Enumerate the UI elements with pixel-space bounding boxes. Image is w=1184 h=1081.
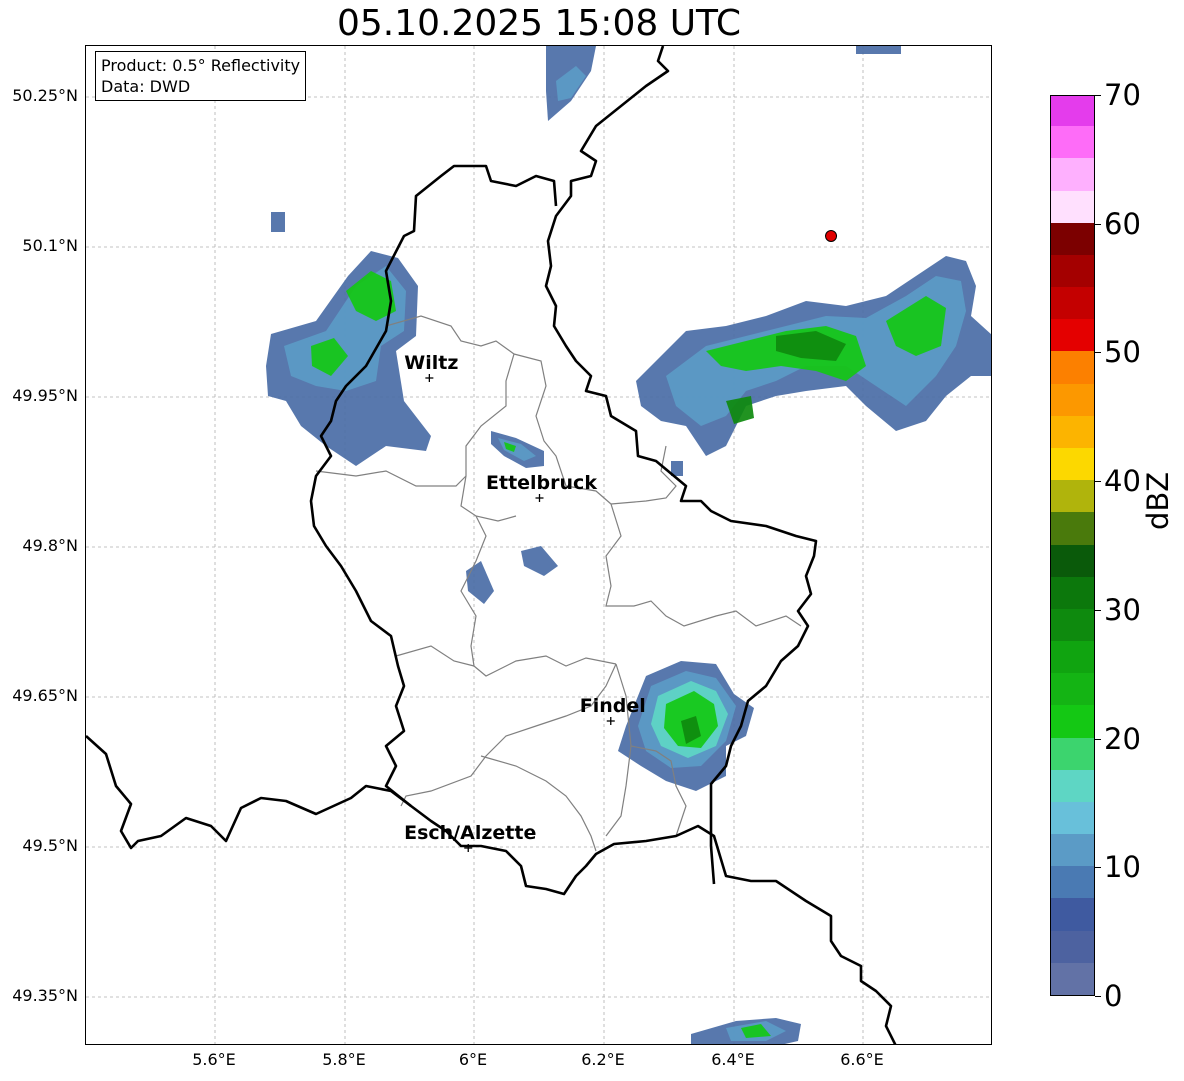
colorbar-tick-label: 20 xyxy=(1104,721,1141,756)
echo-cell-south xyxy=(691,1018,801,1044)
city-label: Findel xyxy=(580,695,646,717)
lat-label: 50.25°N xyxy=(12,86,78,105)
colorbar-segment xyxy=(1051,125,1094,159)
colorbar-segment xyxy=(1051,640,1094,674)
colorbar-segment xyxy=(1051,704,1094,738)
city-label: Ettelbruck xyxy=(486,472,597,494)
lat-label: 49.5°N xyxy=(22,836,78,855)
lat-label: 49.35°N xyxy=(12,986,78,1005)
colorbar-segment xyxy=(1051,736,1094,770)
city-esch-alzette: Esch/Alzette xyxy=(404,822,536,852)
lat-label: 49.65°N xyxy=(12,686,78,705)
colorbar-segment xyxy=(1051,833,1094,867)
colorbar-segment xyxy=(1051,608,1094,642)
colorbar-segment xyxy=(1051,930,1094,963)
colorbar-tick xyxy=(1095,481,1101,483)
colorbar xyxy=(1050,95,1095,996)
lon-label: 6.4°E xyxy=(711,1050,755,1069)
lat-label: 49.95°N xyxy=(12,386,78,405)
colorbar-segment xyxy=(1051,383,1094,416)
radar-echoes xyxy=(266,46,991,1044)
colorbar-segment xyxy=(1051,222,1094,255)
colorbar-label: dBZ xyxy=(1141,471,1175,530)
colorbar-tick-label: 10 xyxy=(1104,850,1141,885)
echo-cell-findel xyxy=(618,661,754,791)
colorbar-segment xyxy=(1051,415,1094,448)
colorbar-tick xyxy=(1095,996,1101,997)
colorbar-tick-label: 0 xyxy=(1104,979,1123,1013)
lon-label: 5.8°E xyxy=(322,1050,366,1069)
map-panel[interactable]: Wiltz Ettelbruck Findel Esch/Alzette xyxy=(85,45,992,1045)
colorbar-tick-label: 50 xyxy=(1104,335,1141,370)
colorbar-segment xyxy=(1051,157,1094,191)
colorbar-segment xyxy=(1051,769,1094,802)
colorbar-segment xyxy=(1051,962,1094,995)
info-box: Product: 0.5° Reflectivity Data: DWD xyxy=(95,51,307,101)
colorbar-segment xyxy=(1051,318,1094,352)
city-wiltz: Wiltz xyxy=(404,352,458,382)
lat-label: 50.1°N xyxy=(22,236,78,255)
colorbar-tick xyxy=(1095,352,1101,354)
colorbar-segment xyxy=(1051,511,1094,545)
colorbar-tick xyxy=(1095,609,1101,611)
colorbar-tick-label: 60 xyxy=(1104,206,1141,241)
city-markers: Wiltz Ettelbruck Findel Esch/Alzette xyxy=(404,352,646,852)
lat-label: 49.8°N xyxy=(22,536,78,555)
radar-map: Wiltz Ettelbruck Findel Esch/Alzette xyxy=(86,46,991,1044)
echo-cell-northwest xyxy=(266,212,431,466)
colorbar-segment xyxy=(1051,897,1094,931)
colorbar-segment xyxy=(1051,479,1094,513)
colorbar-tick xyxy=(1095,867,1101,869)
gridlines xyxy=(86,46,991,1044)
colorbar-tick xyxy=(1095,738,1101,740)
colorbar-segment xyxy=(1051,672,1094,706)
colorbar-segment xyxy=(1051,350,1094,384)
product-label: Product: 0.5° Reflectivity xyxy=(101,56,301,75)
radar-site-marker xyxy=(825,230,838,242)
colorbar-segment xyxy=(1051,801,1094,835)
echo-cell-central xyxy=(466,546,558,604)
colorbar-segment xyxy=(1051,189,1094,223)
colorbar-segment xyxy=(1051,447,1094,481)
city-ettelbruck: Ettelbruck xyxy=(486,472,597,502)
map-title: 05.10.2025 15:08 UTC xyxy=(336,3,742,44)
lon-label: 6.2°E xyxy=(581,1050,625,1069)
data-source-label: Data: DWD xyxy=(101,77,191,96)
colorbar-segment xyxy=(1051,286,1094,320)
echo-cell-north-center xyxy=(491,431,544,468)
colorbar-tick xyxy=(1095,223,1101,225)
echo-band-northeast xyxy=(546,46,991,476)
colorbar-segment xyxy=(1051,96,1094,127)
colorbar-segment xyxy=(1051,254,1094,288)
lon-label: 6.6°E xyxy=(840,1050,884,1069)
colorbar-tick-label: 40 xyxy=(1104,464,1141,499)
national-borders xyxy=(86,46,897,1044)
colorbar-segment xyxy=(1051,543,1094,577)
colorbar-tick xyxy=(1095,95,1101,96)
colorbar-tick-label: 70 xyxy=(1104,78,1141,112)
city-label: Esch/Alzette xyxy=(404,822,536,844)
colorbar-tick-label: 30 xyxy=(1104,592,1141,627)
lon-label: 5.6°E xyxy=(192,1050,236,1069)
lon-label: 6°E xyxy=(458,1050,488,1069)
city-label: Wiltz xyxy=(404,352,458,374)
colorbar-segment xyxy=(1051,576,1094,609)
colorbar-segment xyxy=(1051,865,1094,899)
